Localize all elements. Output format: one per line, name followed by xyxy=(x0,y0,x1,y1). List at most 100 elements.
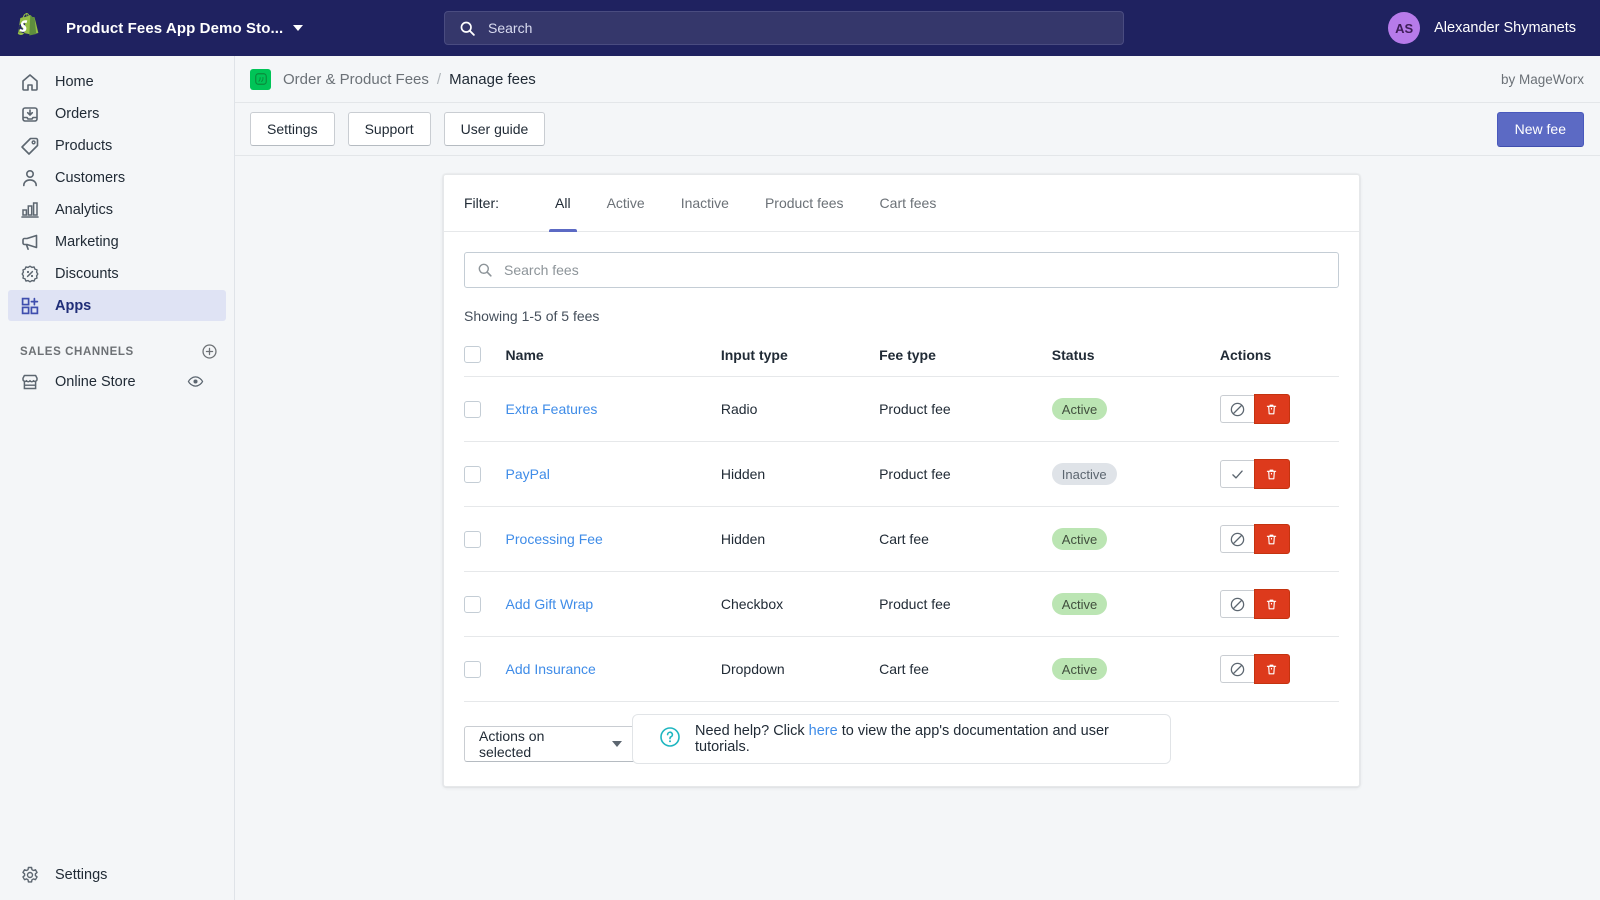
row-status-cell: Active xyxy=(1051,637,1220,702)
row-checkbox[interactable] xyxy=(464,400,481,418)
eye-icon[interactable] xyxy=(187,373,204,390)
fees-search-input[interactable]: Search fees xyxy=(464,252,1339,288)
help-documentation-link[interactable]: here xyxy=(809,723,838,739)
sidebar-item-label: Home xyxy=(55,73,94,90)
user-guide-button[interactable]: User guide xyxy=(443,112,546,146)
tab-label: Inactive xyxy=(680,195,729,211)
bulk-actions-dropdown[interactable]: Actions on selected xyxy=(464,726,637,762)
tab-all[interactable]: All xyxy=(537,175,589,232)
row-select-cell xyxy=(464,637,506,702)
order-product-fees-app-icon xyxy=(250,68,271,90)
user-name: Alexander Shymanets xyxy=(1434,20,1576,36)
storefront-icon xyxy=(20,372,40,392)
row-name-cell: Add Insurance xyxy=(506,637,721,702)
search-icon xyxy=(460,21,475,36)
sidebar-item-marketing[interactable]: Marketing xyxy=(8,226,226,257)
row-checkbox[interactable] xyxy=(464,530,481,548)
sidebar-item-products[interactable]: Products xyxy=(8,130,226,161)
select-all-checkbox[interactable] xyxy=(464,346,481,363)
row-status-cell: Active xyxy=(1051,377,1220,442)
delete-fee-button[interactable] xyxy=(1253,459,1290,489)
sidebar-item-analytics[interactable]: Analytics xyxy=(8,194,226,225)
fee-name-link[interactable]: Processing Fee xyxy=(506,531,603,547)
analytics-bars-icon xyxy=(20,200,40,220)
plus-circle-icon[interactable] xyxy=(201,343,218,360)
tab-product-fees[interactable]: Product fees xyxy=(747,175,862,232)
fees-table: Name Input type Fee type Status Actions … xyxy=(464,346,1339,702)
row-action-group xyxy=(1219,654,1339,684)
row-action-group xyxy=(1219,459,1339,489)
trash-icon xyxy=(1267,599,1277,609)
delete-fee-button[interactable] xyxy=(1253,654,1290,684)
fee-name-link[interactable]: Add Gift Wrap xyxy=(506,596,594,612)
row-checkbox[interactable] xyxy=(464,660,481,678)
tab-label: All xyxy=(555,195,571,211)
tab-label: Active xyxy=(606,195,645,211)
sidebar-item-orders[interactable]: Orders xyxy=(8,98,226,129)
marketing-megaphone-icon xyxy=(20,232,40,252)
top-bar: Product Fees App Demo Sto... Search AS A… xyxy=(0,0,1600,56)
sidebar-item-label: Orders xyxy=(55,105,100,122)
sidebar-settings-button[interactable]: Settings xyxy=(0,850,235,900)
tab-label: Product fees xyxy=(764,195,844,211)
deactivate-fee-button[interactable] xyxy=(1219,590,1254,618)
global-search-input[interactable]: Search xyxy=(444,11,1124,45)
user-menu[interactable]: AS Alexander Shymanets xyxy=(1380,11,1584,45)
row-input-type-cell: Dropdown xyxy=(720,661,785,677)
fees-table-head: Name Input type Fee type Status Actions xyxy=(464,346,1339,377)
fee-name-link[interactable]: PayPal xyxy=(506,466,550,482)
row-input-type-cell: Hidden xyxy=(720,531,766,547)
tab-inactive[interactable]: Inactive xyxy=(663,175,747,232)
row-checkbox[interactable] xyxy=(464,465,481,483)
tab-label: Cart fees xyxy=(879,195,937,211)
sidebar-item-discounts[interactable]: Discounts xyxy=(8,258,226,289)
shopify-bag-logo[interactable] xyxy=(0,0,56,56)
fee-name-link[interactable]: Add Insurance xyxy=(506,661,596,677)
row-action-group xyxy=(1219,394,1339,424)
row-status-cell: Inactive xyxy=(1051,442,1220,507)
sidebar-item-label: Analytics xyxy=(55,201,114,218)
delete-fee-button[interactable] xyxy=(1253,589,1290,619)
deactivate-fee-button[interactable] xyxy=(1219,525,1254,553)
store-name: Product Fees App Demo Sto... xyxy=(66,19,284,37)
row-actions-cell xyxy=(1219,572,1339,637)
deactivate-fee-button[interactable] xyxy=(1219,655,1254,683)
trash-icon xyxy=(1267,534,1277,544)
delete-fee-button[interactable] xyxy=(1253,394,1290,424)
sidebar-item-label: Products xyxy=(55,137,113,154)
status-badge: Active xyxy=(1051,658,1108,680)
deactivate-fee-button[interactable] xyxy=(1219,395,1254,423)
results-count: Showing 1-5 of 5 fees xyxy=(464,308,600,324)
support-button[interactable]: Support xyxy=(347,112,431,146)
row-checkbox[interactable] xyxy=(464,595,481,613)
product-tag-icon xyxy=(20,136,40,156)
trash-icon xyxy=(1267,469,1277,479)
sidebar-item-label: Apps xyxy=(55,297,92,314)
settings-button[interactable]: Settings xyxy=(250,112,335,146)
delete-fee-button[interactable] xyxy=(1253,524,1290,554)
sidebar-item-apps[interactable]: Apps xyxy=(8,290,226,321)
fees-card-body: Search fees Showing 1-5 of 5 fees Name I… xyxy=(444,232,1359,786)
store-switcher[interactable]: Product Fees App Demo Sto... xyxy=(56,10,313,46)
column-header-actions: Actions xyxy=(1219,346,1272,363)
tab-active[interactable]: Active xyxy=(589,175,663,232)
fee-name-link[interactable]: Extra Features xyxy=(506,401,598,417)
row-name-cell: Processing Fee xyxy=(506,507,721,572)
new-fee-button[interactable]: New fee xyxy=(1496,111,1584,147)
row-actions-cell xyxy=(1219,442,1339,507)
row-name-cell: PayPal xyxy=(506,442,721,507)
sidebar-item-online-store[interactable]: Online Store xyxy=(8,366,226,397)
status-badge: Inactive xyxy=(1051,463,1117,485)
tab-cart-fees[interactable]: Cart fees xyxy=(862,175,955,232)
row-actions-cell xyxy=(1219,507,1339,572)
breadcrumb-app-link[interactable]: Order & Product Fees xyxy=(283,71,429,88)
help-text-before: Need help? Click xyxy=(695,723,805,739)
row-name-cell: Extra Features xyxy=(506,377,721,442)
gear-icon xyxy=(20,865,40,885)
sidebar-item-home[interactable]: Home xyxy=(8,66,226,97)
sidebar-item-customers[interactable]: Customers xyxy=(8,162,226,193)
filter-label: Filter: xyxy=(464,195,499,211)
discount-percent-icon xyxy=(20,264,40,284)
activate-fee-button[interactable] xyxy=(1219,460,1254,488)
table-row: PayPal Hidden Product fee Inactive xyxy=(464,441,1339,507)
